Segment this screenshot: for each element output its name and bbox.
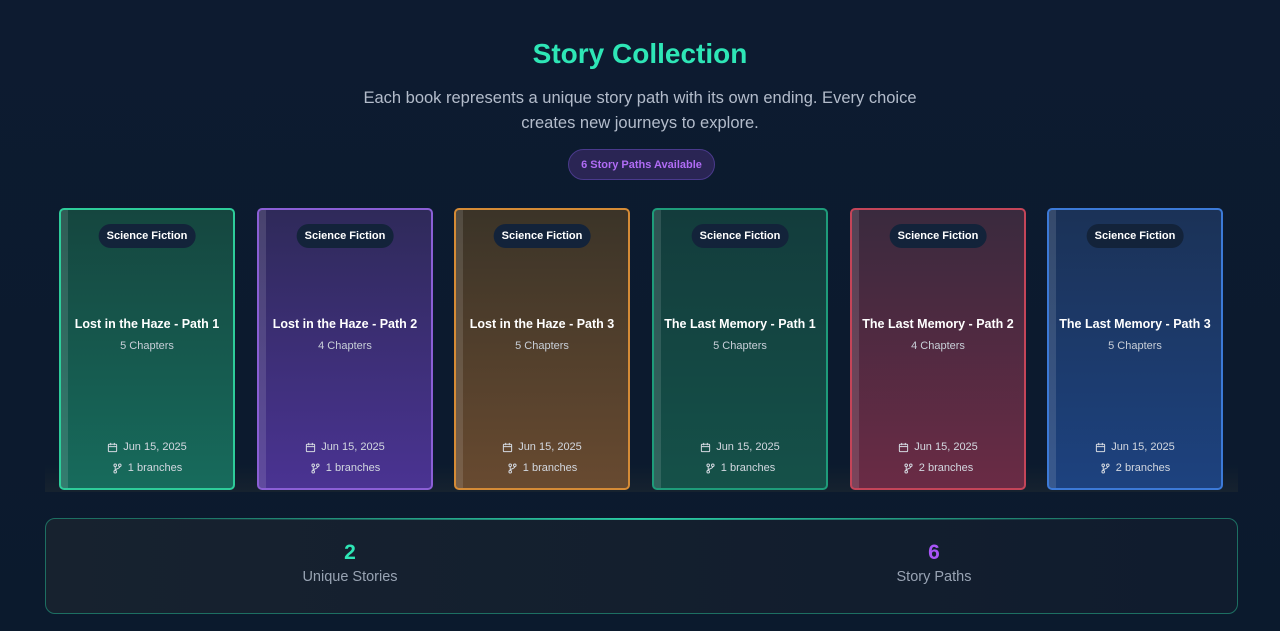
book-card[interactable]: Science Fiction Lost in the Haze - Path … <box>59 208 235 490</box>
date-text: Jun 15, 2025 <box>321 441 385 453</box>
book-card[interactable]: Science Fiction The Last Memory - Path 3… <box>1047 208 1223 490</box>
branches-text: 1 branches <box>720 462 776 474</box>
chapter-count: 5 Chapters <box>120 339 174 352</box>
branches-text: 1 branches <box>127 462 183 474</box>
branches-text: 1 branches <box>522 462 578 474</box>
book-date: Jun 15, 2025 <box>456 441 628 453</box>
date-text: Jun 15, 2025 <box>716 441 780 453</box>
book-branches: 2 branches <box>1049 462 1221 474</box>
book-card[interactable]: Science Fiction The Last Memory - Path 2… <box>850 208 1026 490</box>
unique-stories-count: 2 <box>344 541 356 564</box>
book-branches: 1 branches <box>654 462 826 474</box>
date-text: Jun 15, 2025 <box>1111 441 1175 453</box>
stats-panel: 2 Unique Stories 6 Story Paths <box>45 518 1238 614</box>
book-card[interactable]: Science Fiction Lost in the Haze - Path … <box>257 208 433 490</box>
book-date: Jun 15, 2025 <box>259 441 431 453</box>
git-branch-icon <box>1100 463 1111 474</box>
story-paths-count: 6 <box>928 541 940 564</box>
book-title: The Last Memory - Path 1 <box>664 316 816 331</box>
chapter-count: 5 Chapters <box>713 339 767 352</box>
git-branch-icon <box>112 463 123 474</box>
date-text: Jun 15, 2025 <box>123 441 187 453</box>
book-title: Lost in the Haze - Path 2 <box>272 316 418 331</box>
book-card[interactable]: Science Fiction Lost in the Haze - Path … <box>454 208 630 490</box>
calendar-icon <box>898 442 909 453</box>
calendar-icon <box>305 442 316 453</box>
book-title: Lost in the Haze - Path 1 <box>74 316 220 331</box>
story-paths-stat: 6 Story Paths <box>784 541 1084 585</box>
story-collection-page: Story Collection Each book represents a … <box>0 0 1280 631</box>
story-paths-badge: 6 Story Paths Available <box>568 149 715 180</box>
git-branch-icon <box>903 463 914 474</box>
book-branches: 1 branches <box>61 462 233 474</box>
book-title: Lost in the Haze - Path 3 <box>469 316 615 331</box>
branches-text: 2 branches <box>1115 462 1171 474</box>
branches-text: 2 branches <box>918 462 974 474</box>
date-text: Jun 15, 2025 <box>518 441 582 453</box>
git-branch-icon <box>310 463 321 474</box>
calendar-icon <box>1095 442 1106 453</box>
git-branch-icon <box>507 463 518 474</box>
book-date: Jun 15, 2025 <box>852 441 1024 453</box>
unique-stories-label: Unique Stories <box>302 569 398 585</box>
book-date: Jun 15, 2025 <box>1049 441 1221 453</box>
book-branches: 1 branches <box>456 462 628 474</box>
book-title: The Last Memory - Path 2 <box>862 316 1014 331</box>
calendar-icon <box>107 442 118 453</box>
chapter-count: 4 Chapters <box>318 339 372 352</box>
git-branch-icon <box>705 463 716 474</box>
chapter-count: 5 Chapters <box>1108 339 1162 352</box>
chapter-count: 4 Chapters <box>911 339 965 352</box>
page-subtitle: Each book represents a unique story path… <box>363 89 917 132</box>
book-branches: 2 branches <box>852 462 1024 474</box>
date-text: Jun 15, 2025 <box>914 441 978 453</box>
book-title: The Last Memory - Path 3 <box>1059 316 1211 331</box>
book-date: Jun 15, 2025 <box>61 441 233 453</box>
branches-text: 1 branches <box>325 462 381 474</box>
story-paths-label: Story Paths <box>896 569 972 585</box>
chapter-count: 5 Chapters <box>515 339 569 352</box>
book-branches: 1 branches <box>259 462 431 474</box>
book-date: Jun 15, 2025 <box>654 441 826 453</box>
calendar-icon <box>502 442 513 453</box>
page-title: Story Collection <box>532 38 748 69</box>
calendar-icon <box>700 442 711 453</box>
unique-stories-stat: 2 Unique Stories <box>200 541 500 585</box>
book-card[interactable]: Science Fiction The Last Memory - Path 1… <box>652 208 828 490</box>
